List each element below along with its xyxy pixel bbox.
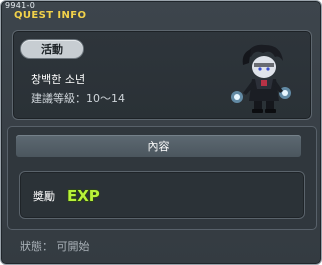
recommended-level: 建議等級：10～14 (31, 92, 125, 105)
quest-name: 창백한 소년 (31, 73, 86, 86)
quest-info-window: 9941-0 QUEST INFO 活動 창백한 소년 建議等級：10～14 內… (0, 0, 322, 265)
quest-status: 狀態： 可開始 (20, 240, 90, 253)
exp-icon: EXP (66, 186, 100, 204)
window-title: QUEST INFO (14, 10, 87, 21)
content-tab[interactable]: 內容 (16, 135, 301, 157)
exp-badge-text: EXP (67, 187, 100, 204)
npc-portrait-icon (231, 44, 291, 113)
quest-summary-panel: 活動 창백한 소년 建議等級：10～14 (12, 30, 312, 120)
quest-id: 9941-0 (5, 1, 36, 10)
reward-box (19, 171, 305, 219)
reward-label: 獎勵 (33, 190, 55, 203)
quest-category-tag: 活動 (21, 40, 83, 58)
